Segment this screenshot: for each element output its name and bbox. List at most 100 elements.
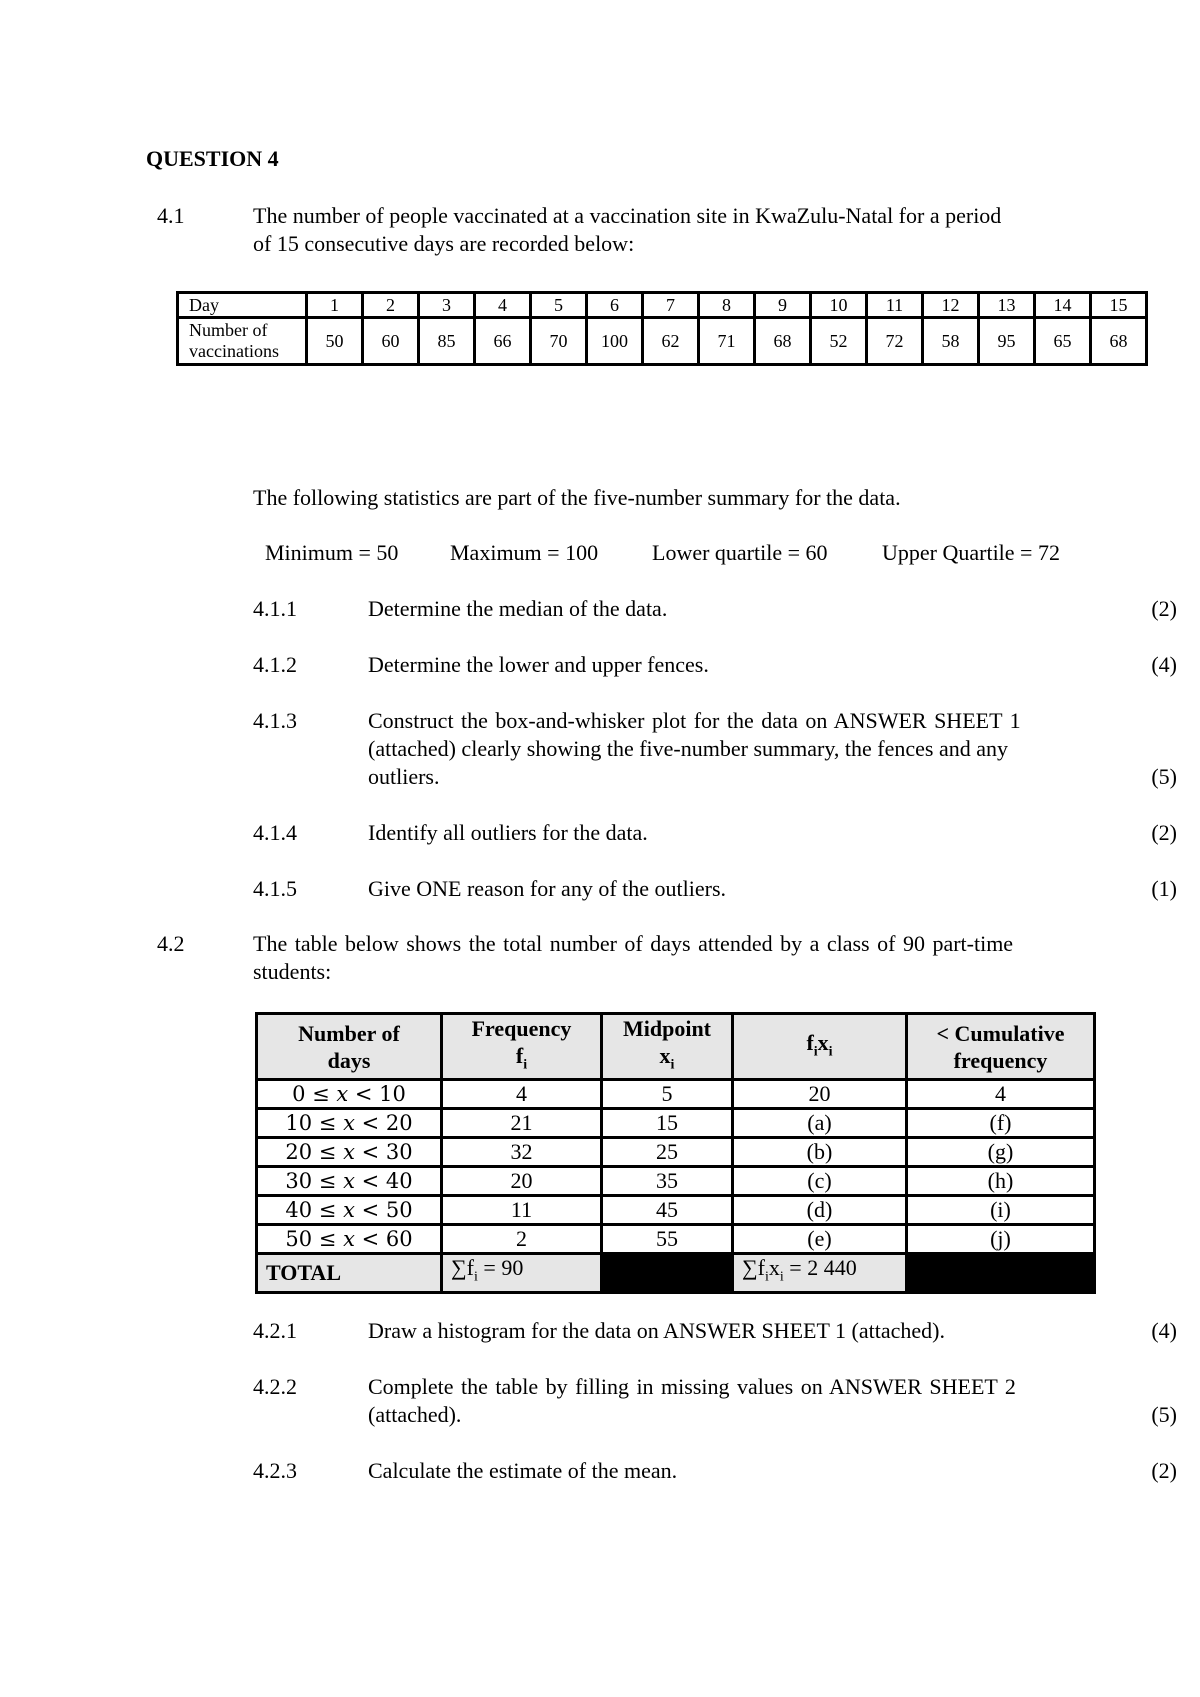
midpoint-cell: 25	[600, 1136, 734, 1169]
header-text: Midpoint	[622, 1016, 712, 1041]
marks-label: (2)	[1151, 820, 1177, 845]
summary-maximum: Maximum = 100	[450, 540, 599, 565]
day-cell: 5	[529, 291, 588, 319]
interval-cell: 10 ≤ 𝑥 < 20	[255, 1107, 443, 1140]
cumulative-cell: 4	[905, 1078, 1096, 1111]
total-fx: ∑fixi = 2 440	[731, 1252, 908, 1294]
vaccination-cell: 68	[1089, 316, 1148, 366]
table-row: 30 ≤ 𝑥 < 40 20 35 (c) (h)	[255, 1165, 1096, 1198]
header-subscript: i	[523, 1057, 528, 1073]
subquestion-text: Identify all outliers for the data.	[368, 820, 648, 845]
vaccination-cell: 58	[921, 316, 980, 366]
table-row: 40 ≤ 𝑥 < 50 11 45 (d) (i)	[255, 1194, 1096, 1227]
interval-cell: 20 ≤ 𝑥 < 30	[255, 1136, 443, 1169]
marks-label: (5)	[1151, 1402, 1177, 1427]
frequency-cell: 4	[440, 1078, 603, 1111]
vaccination-cell: 95	[977, 316, 1036, 366]
table-row: 20 ≤ 𝑥 < 30 32 25 (b) (g)	[255, 1136, 1096, 1169]
header-row: Number of days Frequency fi Midpoint xi fix…	[255, 1011, 1096, 1082]
subquestion-number: 4.1.1	[253, 596, 297, 621]
frequency-cell: 11	[440, 1194, 603, 1227]
question-number-4-2: 4.2	[157, 931, 185, 956]
vaccination-cell: 68	[753, 316, 812, 366]
header-cumulative-frequency: < Cumulative frequency	[905, 1011, 1096, 1082]
table-row: 10 ≤ 𝑥 < 20 21 15 (a) (f)	[255, 1107, 1096, 1140]
frequency-cell: 21	[440, 1107, 603, 1140]
header-subscript: i	[828, 1043, 833, 1059]
day-cell: 2	[361, 291, 420, 319]
q41-intro-line2: of 15 consecutive days are recorded belo…	[253, 231, 635, 256]
vaccination-cell: 50	[305, 316, 364, 366]
subquestion-number: 4.1.4	[253, 820, 297, 845]
frequency-cell: 2	[440, 1223, 603, 1256]
marks-label: (5)	[1151, 764, 1177, 789]
fx-cell: 20	[731, 1078, 908, 1111]
subquestion-text-line1: Complete the table by filling in missing…	[368, 1374, 1016, 1399]
midpoint-cell: 15	[600, 1107, 734, 1140]
midpoint-cell: 55	[600, 1223, 734, 1256]
cumulative-cell: (j)	[905, 1223, 1096, 1256]
vaccinations-row: Number of vaccinations 50 60 85 66 70 100…	[176, 316, 1148, 366]
q42-intro-line2: students:	[253, 959, 332, 984]
vaccination-cell: 52	[809, 316, 868, 366]
fx-cell: (b)	[731, 1136, 908, 1169]
subquestion-number: 4.2.1	[253, 1318, 297, 1343]
subquestion-text-line1: Construct the box-and-whisker plot for t…	[368, 708, 1021, 733]
interval-cell: 50 ≤ 𝑥 < 60	[255, 1223, 443, 1256]
total-label: TOTAL	[255, 1252, 443, 1294]
subquestion-number: 4.1.2	[253, 652, 297, 677]
vaccination-table: Day 1 2 3 4 5 6 7 8 9 10 11 12 13 14 15 …	[176, 291, 1148, 366]
subquestion-number: 4.1.3	[253, 708, 297, 733]
day-cell: 4	[473, 291, 532, 319]
vaccination-cell: 100	[585, 316, 644, 366]
vaccination-cell: 71	[697, 316, 756, 366]
vaccination-cell: 72	[865, 316, 924, 366]
cumulative-cell: (i)	[905, 1194, 1096, 1227]
header-number-of-days: Number of days	[255, 1011, 443, 1082]
day-cell: 11	[865, 291, 924, 319]
day-cell: 3	[417, 291, 476, 319]
summary-lower-quartile: Lower quartile = 60	[652, 540, 828, 565]
subquestion-number: 4.2.2	[253, 1374, 297, 1399]
day-cell: 9	[753, 291, 812, 319]
cumulative-cell: (g)	[905, 1136, 1096, 1169]
vaccination-cell: 62	[641, 316, 700, 366]
subquestion-text-line2: (attached).	[368, 1402, 462, 1427]
day-label: Day	[176, 291, 308, 319]
subquestion-number: 4.2.3	[253, 1458, 297, 1483]
midpoint-cell: 35	[600, 1165, 734, 1198]
vaccination-cell: 60	[361, 316, 420, 366]
day-cell: 1	[305, 291, 364, 319]
subquestion-text-line2: (attached) clearly showing the five-numb…	[368, 736, 1008, 761]
fx-cell: (a)	[731, 1107, 908, 1140]
header-text: Number of	[298, 1020, 400, 1046]
q41-intro-line1: The number of people vaccinated at a vac…	[253, 203, 1002, 228]
header-symbol: x	[659, 1043, 671, 1068]
day-row: Day 1 2 3 4 5 6 7 8 9 10 11 12 13 14 15	[176, 291, 1148, 319]
header-fx: fixi	[731, 1011, 908, 1082]
day-cell: 10	[809, 291, 868, 319]
day-cell: 15	[1089, 291, 1148, 319]
subquestion-text-line3: outliers.	[368, 764, 440, 789]
frequency-table: Number of days Frequency fi Midpoint xi fix…	[255, 1011, 1096, 1294]
header-subscript: i	[670, 1057, 675, 1073]
interval-cell: 40 ≤ 𝑥 < 50	[255, 1194, 443, 1227]
day-cell: 13	[977, 291, 1036, 319]
table-row: 50 ≤ 𝑥 < 60 2 55 (e) (j)	[255, 1223, 1096, 1256]
table-row: 0 ≤ 𝑥 < 10 4 5 20 4	[255, 1078, 1096, 1111]
interval-cell: 0 ≤ 𝑥 < 10	[255, 1078, 443, 1111]
summary-upper-quartile: Upper Quartile = 72	[882, 540, 1060, 565]
header-symbol: x	[817, 1029, 829, 1055]
cumulative-cell: (h)	[905, 1165, 1096, 1198]
q42-intro-line1: The table below shows the total number o…	[253, 931, 1014, 956]
symbol: x	[768, 1255, 780, 1281]
header-text: frequency	[953, 1047, 1048, 1073]
vaccination-cell: 66	[473, 316, 532, 366]
midpoint-cell: 5	[600, 1078, 734, 1111]
marks-label: (4)	[1151, 652, 1177, 677]
question-title: QUESTION 4	[146, 146, 279, 171]
day-cell: 7	[641, 291, 700, 319]
vaccinations-label-line1: Number of	[189, 320, 268, 340]
vaccination-cell: 85	[417, 316, 476, 366]
total-row: TOTAL ∑fi = 90 ∑fixi = 2 440	[255, 1252, 1096, 1294]
